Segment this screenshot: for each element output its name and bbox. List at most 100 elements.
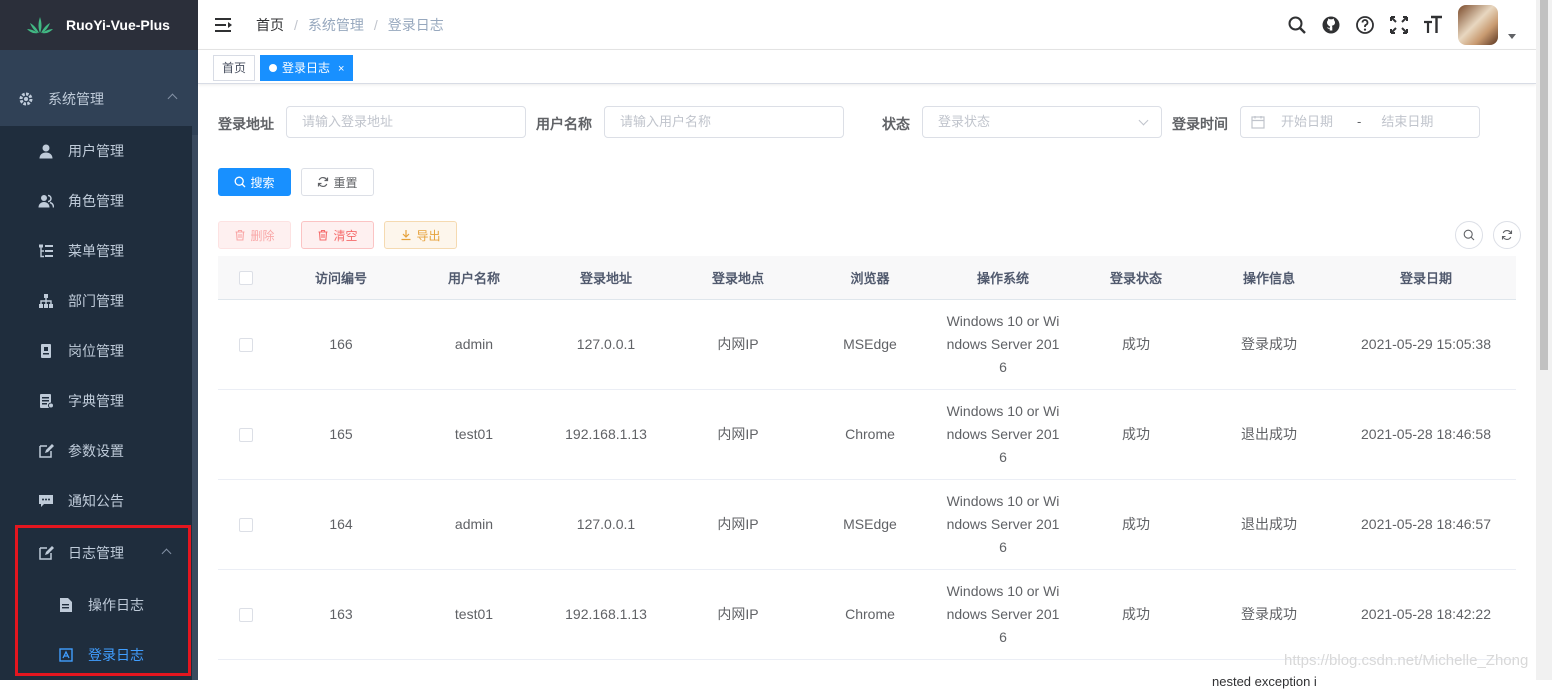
- export-button[interactable]: 导出: [384, 221, 457, 249]
- tag-logininfor[interactable]: 登录日志 ×: [260, 55, 354, 81]
- menu-log-management[interactable]: 日志管理: [0, 526, 192, 580]
- chevron-up-icon: [161, 548, 172, 559]
- breadcrumb: 首页 / 系统管理 / 登录日志: [256, 15, 444, 35]
- cell-message: 退出成功: [1241, 426, 1297, 442]
- sidebar-item-label: 操作日志: [88, 597, 144, 613]
- sidebar-item-role[interactable]: 角色管理: [0, 176, 192, 226]
- breadcrumb-home[interactable]: 首页: [256, 15, 284, 35]
- cell-browser: Chrome: [845, 426, 895, 442]
- active-dot-icon: [269, 64, 277, 72]
- cell-username: test01: [454, 606, 494, 622]
- logo-icon: [26, 15, 54, 35]
- row-checkbox[interactable]: [239, 607, 253, 622]
- page-scrollbar[interactable]: [1536, 0, 1552, 680]
- sidebar-item-config[interactable]: 参数设置: [0, 426, 192, 476]
- sidebar-logo[interactable]: RuoYi-Vue-Plus: [0, 0, 198, 50]
- row-checkbox[interactable]: [239, 427, 253, 442]
- refresh-table-button[interactable]: [1493, 221, 1521, 249]
- column-header[interactable]: 浏览器: [804, 268, 936, 287]
- sidebar-item-label: 登录日志: [88, 647, 144, 663]
- column-header[interactable]: 登录地址: [540, 268, 672, 287]
- export-label: 导出: [416, 228, 441, 243]
- ipaddr-input[interactable]: 请输入登录地址: [286, 106, 526, 138]
- cell-username: admin: [454, 336, 494, 352]
- sidebar-item-operlog[interactable]: 操作日志: [0, 580, 192, 630]
- cell-ipaddr: 127.0.0.1: [576, 516, 636, 532]
- search-icon[interactable]: [1280, 0, 1314, 50]
- select-all-checkbox[interactable]: [239, 270, 253, 285]
- delete-button[interactable]: 删除: [218, 221, 291, 249]
- menu-system-label: 系统管理: [48, 91, 104, 107]
- cell-status: 成功: [1122, 516, 1150, 532]
- sidebar-item-post[interactable]: 岗位管理: [0, 326, 192, 376]
- sidebar-item-logininfor[interactable]: 登录日志: [0, 630, 192, 680]
- column-header[interactable]: 操作信息: [1202, 268, 1336, 287]
- username-input[interactable]: 请输入用户名称: [604, 106, 844, 138]
- menu-system-management[interactable]: 系统管理: [0, 72, 198, 126]
- post-icon: [38, 343, 54, 359]
- column-header[interactable]: 访问编号: [274, 268, 408, 287]
- caret-down-icon[interactable]: [1508, 33, 1516, 39]
- column-header[interactable]: 登录状态: [1070, 268, 1202, 287]
- sidebar-item-notice[interactable]: 通知公告: [0, 476, 192, 526]
- user-icon: [38, 143, 54, 159]
- row-checkbox[interactable]: [239, 517, 253, 532]
- sidebar-item-dict[interactable]: 字典管理: [0, 376, 192, 426]
- toggle-search-button[interactable]: [1455, 221, 1483, 249]
- download-icon: [400, 229, 412, 241]
- sidebar-scrollbar[interactable]: [192, 135, 198, 680]
- sidebar-item-user[interactable]: 用户管理: [0, 126, 192, 176]
- calendar-icon: [1251, 115, 1265, 129]
- fullscreen-icon[interactable]: [1382, 0, 1416, 50]
- cell-ipaddr: 192.168.1.13: [565, 426, 647, 442]
- ipaddr-placeholder: 请输入登录地址: [302, 114, 394, 129]
- cell-login-time: 2021-05-28 18:46:58: [1361, 426, 1491, 442]
- table-row[interactable]: 165 test01 192.168.1.13 内网IP Chrome Wind…: [218, 390, 1516, 480]
- github-icon[interactable]: [1314, 0, 1348, 50]
- cell-os: Windows 10 or Windows Server 2016: [946, 403, 1060, 465]
- status-select[interactable]: 登录状态: [922, 106, 1162, 138]
- close-icon[interactable]: ×: [338, 63, 344, 75]
- end-date-placeholder: 结束日期: [1381, 114, 1434, 129]
- system-gear-icon: [18, 91, 34, 107]
- cell-status: 成功: [1122, 606, 1150, 622]
- tag-home[interactable]: 首页: [213, 55, 256, 81]
- cell-login-time: 2021-05-29 15:05:38: [1361, 336, 1491, 352]
- cell-info-id: 163: [329, 606, 353, 622]
- dict-icon: [38, 393, 54, 409]
- chevron-up-icon: [167, 93, 178, 104]
- clean-button[interactable]: 清空: [301, 221, 374, 249]
- error-message-text: nested exception i: [1212, 674, 1317, 689]
- avatar[interactable]: [1458, 5, 1498, 45]
- cell-ipaddr: 192.168.1.13: [565, 606, 647, 622]
- scrollbar-thumb[interactable]: [1540, 0, 1548, 370]
- table-row[interactable]: 163 test01 192.168.1.13 内网IP Chrome Wind…: [218, 570, 1516, 660]
- time-label: 登录时间: [1172, 116, 1228, 132]
- cell-login-time: 2021-05-28 18:46:57: [1361, 516, 1491, 532]
- search-icon: [234, 176, 246, 188]
- column-header[interactable]: 登录日期: [1336, 268, 1516, 287]
- search-button[interactable]: 搜索: [218, 168, 291, 196]
- row-checkbox[interactable]: [239, 337, 253, 352]
- date-range-picker[interactable]: 开始日期 - 结束日期: [1240, 106, 1480, 138]
- status-placeholder: 登录状态: [938, 114, 991, 129]
- cell-login-time: 2021-05-28 18:42:22: [1361, 606, 1491, 622]
- reset-button[interactable]: 重置: [301, 168, 374, 196]
- font-size-icon[interactable]: [1416, 0, 1450, 50]
- cell-username: test01: [454, 426, 494, 442]
- sidebar: RuoYi-Vue-Plus 系统管理 用户管理 角色管理 菜单管理 部门管理 …: [0, 0, 198, 680]
- cell-os: Windows 10 or Windows Server 2016: [946, 583, 1060, 645]
- table-row[interactable]: 166 admin 127.0.0.1 内网IP MSEdge Windows …: [218, 300, 1516, 390]
- column-header[interactable]: 用户名称: [408, 268, 540, 287]
- table-row[interactable]: 164 admin 127.0.0.1 内网IP MSEdge Windows …: [218, 480, 1516, 570]
- tree-table-icon: [38, 243, 54, 259]
- question-icon[interactable]: [1348, 0, 1382, 50]
- sidebar-item-dept[interactable]: 部门管理: [0, 276, 192, 326]
- sidebar-item-label: 参数设置: [68, 443, 124, 459]
- delete-icon: [234, 229, 246, 241]
- column-header[interactable]: 登录地点: [672, 268, 804, 287]
- column-header[interactable]: 操作系统: [936, 268, 1070, 287]
- cell-location: 内网IP: [717, 606, 759, 622]
- sidebar-item-menu[interactable]: 菜单管理: [0, 226, 192, 276]
- hamburger-icon[interactable]: [214, 15, 234, 35]
